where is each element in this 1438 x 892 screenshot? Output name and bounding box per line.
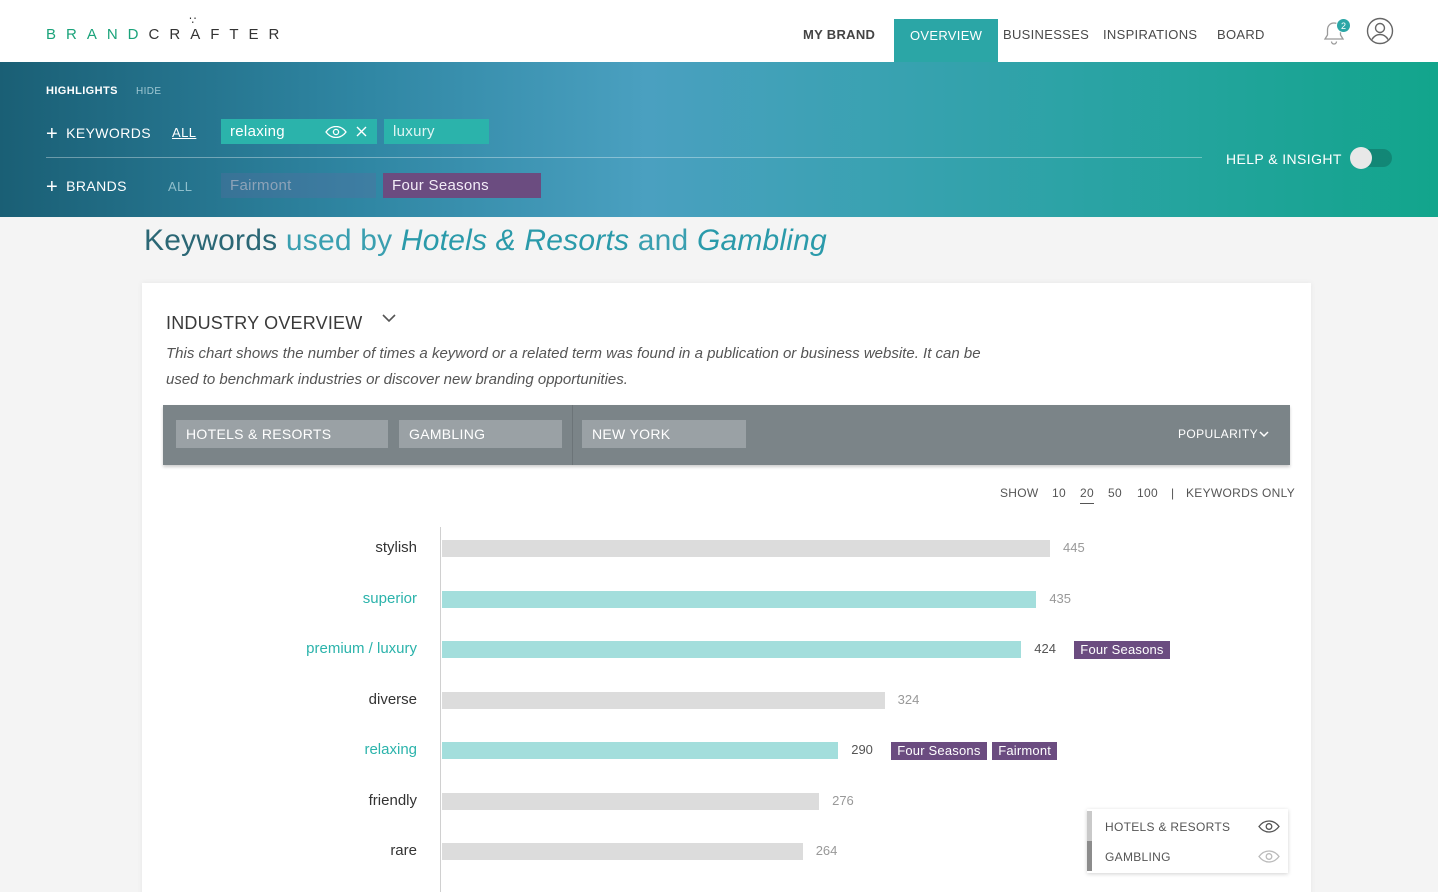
highlights-divider [46, 157, 1202, 158]
brand-tag[interactable]: Four Seasons [1074, 641, 1170, 659]
industry-overview-card: INDUSTRY OVERVIEW This chart shows the n… [142, 283, 1311, 892]
show-separator: | [1171, 486, 1175, 500]
keyword-label[interactable]: friendly [369, 792, 417, 809]
chart-bar[interactable] [442, 742, 839, 759]
legend-hotels-resorts[interactable]: HOTELS & RESORTS [1087, 811, 1288, 841]
nav-overview[interactable]: OVERVIEW [894, 19, 999, 62]
add-keyword-button[interactable]: + KEYWORDS [46, 123, 151, 146]
title-and: and [637, 224, 689, 257]
sort-dropdown[interactable]: POPULARITY [1178, 427, 1258, 441]
chart-bar[interactable] [442, 691, 885, 709]
close-icon[interactable] [356, 126, 367, 137]
bar-value-label: 264 [815, 843, 838, 858]
chart-bar[interactable] [442, 641, 1022, 658]
nav-inspirations[interactable]: INSPIRATIONS [1103, 0, 1197, 62]
eye-icon[interactable] [1258, 820, 1280, 833]
card-title: INDUSTRY OVERVIEW [166, 313, 363, 333]
filter-bar: HOTELS & RESORTS GAMBLING NEW YORK POPUL… [163, 405, 1290, 465]
chart-bar[interactable] [442, 590, 1037, 608]
keyword-label[interactable]: premium / luxury [306, 640, 417, 657]
title-used-by: used by [285, 224, 393, 257]
bar-value-label: 435 [1049, 590, 1072, 606]
keyword-chip-label: relaxing [230, 123, 285, 140]
keyword-label[interactable]: diverse [369, 691, 417, 708]
show-option-100[interactable]: 100 [1137, 486, 1158, 500]
nav-board[interactable]: BOARD [1217, 0, 1265, 62]
chart-bar[interactable] [442, 843, 803, 860]
title-keywords: Keywords [144, 224, 278, 257]
filter-new-york[interactable]: NEW YORK [582, 420, 746, 448]
keyword-label[interactable]: rare [390, 842, 417, 859]
keywords-only-toggle[interactable]: KEYWORDS ONLY [1186, 486, 1295, 500]
title-industry-hotels[interactable]: Hotels & Resorts [401, 224, 629, 257]
filter-gambling[interactable]: GAMBLING [399, 420, 562, 448]
keyword-label[interactable]: stylish [375, 539, 417, 556]
bar-value-label: 290 [851, 742, 873, 757]
legend-gambling[interactable]: GAMBLING [1087, 841, 1288, 871]
add-brand-button[interactable]: + BRANDS [46, 176, 127, 199]
chart-bar[interactable] [442, 792, 820, 810]
top-navigation: BRANDCRAFTER MY BRAND OVERVIEW BUSINESSE… [0, 0, 1438, 62]
show-label: SHOW [1000, 486, 1039, 500]
bar-value-label: 445 [1063, 540, 1085, 555]
keywords-all-link[interactable]: ALL [172, 125, 196, 140]
brands-all-link[interactable]: ALL [168, 179, 192, 194]
plus-icon: + [46, 123, 59, 145]
keyword-label[interactable]: relaxing [364, 741, 417, 758]
brand-chip-fairmont[interactable]: Fairmont [221, 173, 376, 198]
highlights-hide-link[interactable]: HIDE [136, 86, 162, 97]
show-option-50[interactable]: 50 [1108, 486, 1122, 500]
filter-hotels-resorts[interactable]: HOTELS & RESORTS [176, 420, 388, 448]
chart-legend: HOTELS & RESORTS GAMBLING [1087, 809, 1288, 873]
bar-value-label: 424 [1034, 641, 1056, 656]
show-option-10[interactable]: 10 [1052, 486, 1066, 500]
legend-label: GAMBLING [1105, 850, 1171, 864]
brands-label: BRANDS [66, 178, 127, 194]
keywords-label: KEYWORDS [66, 125, 151, 141]
keyword-label[interactable]: superior [363, 590, 417, 607]
filter-separator [572, 405, 573, 465]
highlights-title: HIGHLIGHTS [46, 85, 118, 97]
bar-value-label: 324 [897, 691, 920, 707]
card-description: This chart shows the number of times a k… [166, 345, 981, 388]
keyword-chip-relaxing[interactable]: relaxing [221, 119, 377, 144]
notification-badge: 2 [1336, 18, 1351, 33]
brandcrafter-logo[interactable]: BRANDCRAFTER [46, 14, 289, 43]
bar-value-label: 276 [832, 792, 854, 808]
brand-tag[interactable]: Fairmont [992, 742, 1058, 760]
nav-my-brand[interactable]: MY BRAND [803, 0, 875, 62]
brand-chip-four-seasons[interactable]: Four Seasons [383, 173, 541, 198]
brand-tag[interactable]: Four Seasons [891, 742, 987, 760]
chart-bar[interactable] [442, 540, 1050, 557]
help-insight-toggle[interactable] [1350, 147, 1392, 169]
keyword-chip-luxury[interactable]: luxury [384, 119, 489, 144]
nav-businesses[interactable]: BUSINESSES [1003, 0, 1089, 62]
plus-icon: + [46, 176, 59, 198]
page-title: Keywords used by Hotels & Resorts and Ga… [144, 224, 827, 258]
chevron-down-icon[interactable] [1258, 428, 1270, 440]
chevron-down-icon[interactable] [380, 309, 398, 327]
user-avatar-icon[interactable] [1366, 17, 1394, 45]
show-option-20[interactable]: 20 [1080, 486, 1094, 504]
legend-label: HOTELS & RESORTS [1105, 820, 1231, 834]
eye-icon[interactable] [325, 126, 347, 138]
eye-icon[interactable] [1258, 850, 1280, 863]
highlights-panel: HIGHLIGHTS HIDE + KEYWORDS ALL relaxing l… [0, 62, 1438, 217]
help-insight-label: HELP & INSIGHT [1226, 151, 1342, 167]
chart-axis [440, 527, 441, 892]
title-industry-gambling[interactable]: Gambling [697, 224, 827, 257]
